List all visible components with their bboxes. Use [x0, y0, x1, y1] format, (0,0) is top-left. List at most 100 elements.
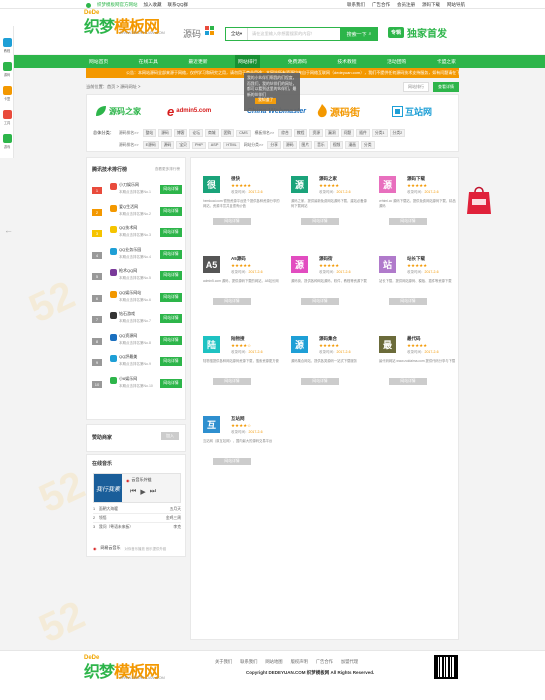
filter-chip[interactable]: 插件: [356, 129, 370, 137]
filter-chip[interactable]: 整站: [142, 129, 157, 137]
filter-chip[interactable]: 资源: [309, 129, 324, 137]
filter-chip[interactable]: ASP: [207, 141, 222, 149]
site-details-button[interactable]: 网站详情: [389, 378, 427, 385]
site-card[interactable]: 陆 陆物搜 ★★★★☆ 收录时间：2017-2-6 陆物搜提供各种网站源码资源下载，搜索…: [203, 318, 283, 403]
site-card[interactable]: 最 最代码 ★★★★★ 收录时间：2017-2-6 最代码网站 www.zuidaima…: [379, 318, 459, 403]
filter-chip[interactable]: 漫画: [345, 141, 359, 149]
site-name[interactable]: 最代码: [407, 336, 421, 342]
nav-groupbuy[interactable]: 活动团购: [384, 58, 409, 65]
filter-chip[interactable]: 分类2: [389, 129, 406, 137]
song-row[interactable]: 1 面朝大海暖 五月天: [93, 505, 181, 514]
search-button[interactable]: 搜索一下 ⌕: [340, 27, 378, 41]
filter-sub[interactable]: 源码排名>>: [119, 131, 139, 136]
rank-site-name[interactable]: 小6娱乐网: [119, 376, 137, 382]
rank-item[interactable]: 3 QQ技术网 本期点击排名第No.3 网站详情: [92, 223, 182, 244]
arrow-left-icon[interactable]: ←: [4, 225, 13, 235]
top-link[interactable]: 广告合作: [372, 2, 390, 8]
site-logo-icon[interactable]: 源: [291, 336, 308, 353]
filter-chip[interactable]: 论坛: [189, 129, 203, 137]
site-card[interactable]: 源 源码集合 ★★★★★ 收录时间：2017-2-6 源码集合网站，提供各类源码一站式下…: [291, 318, 371, 403]
sidebar-item[interactable]: 工具: [2, 110, 12, 126]
rank-site-name[interactable]: 枪术QQ网: [119, 268, 137, 274]
site-details-button[interactable]: 网站详情: [389, 298, 427, 305]
site-details-button[interactable]: 网站详情: [301, 298, 339, 305]
site-details-button[interactable]: 网站详情: [160, 271, 182, 280]
site-logo-icon[interactable]: 最: [379, 336, 396, 353]
footer-logo[interactable]: DeDe 织梦模板网 WWW.DEDEYUAN.COM: [84, 655, 165, 682]
site-details-button[interactable]: 网站详情: [160, 314, 182, 323]
nav-tutorials[interactable]: 技术教程: [334, 58, 359, 65]
song-row[interactable]: 3 我问（粤语未来板） 李克: [93, 523, 181, 532]
top-link[interactable]: 联系我们: [347, 2, 365, 8]
site-name[interactable]: 源码下载: [407, 176, 425, 182]
footer-link[interactable]: 广告合作: [316, 659, 333, 665]
top-link[interactable]: 加入收藏: [144, 2, 162, 8]
site-card[interactable]: 源 源码街 ★★★★★ 收录时间：2017-2-6 源码街，提供各种网站源码，软件，教程…: [291, 238, 371, 323]
footer-link[interactable]: 网站地图: [265, 659, 282, 665]
nav-kameng[interactable]: 卡盟之家: [434, 58, 459, 65]
filter-chip[interactable]: 源码: [160, 141, 175, 149]
rank-site-name[interactable]: QQ技术网: [119, 225, 137, 231]
site-details-button[interactable]: 网站详情: [389, 218, 427, 225]
site-logo-icon[interactable]: 陆: [203, 336, 220, 353]
site-details-button[interactable]: 网站详情: [301, 218, 339, 225]
details-button[interactable]: 查看详情: [433, 82, 459, 92]
filter-chip[interactable]: 综合: [278, 129, 292, 137]
brand-logo[interactable]: e admin5.com: [167, 101, 211, 121]
filter-chip[interactable]: 图片: [298, 141, 313, 149]
site-details-button[interactable]: 网站详情: [160, 228, 182, 237]
filter-sub[interactable]: 源码排名>>: [119, 143, 139, 148]
site-details-button[interactable]: 网站详情: [213, 378, 251, 385]
music-player[interactable]: 我行我素 ◉ 云音乐外链 ⏮ ▶ ⏭: [93, 473, 181, 503]
rank-item[interactable]: 6 QQ娱乐网站 本期点击排名第No.6 网站详情: [92, 288, 182, 309]
brand-logo[interactable]: 源码街: [317, 101, 360, 121]
sidebar-item[interactable]: 卡盟: [2, 86, 12, 102]
top-link[interactable]: 网站导航: [447, 2, 465, 8]
site-card[interactable]: 互 互站网 ★★★★☆ 收录时间：2017-2-6 互站网（原互站网），国内最大的源码交…: [203, 398, 283, 483]
site-name[interactable]: 源码街: [319, 256, 333, 262]
filter-chip[interactable]: 音乐: [314, 141, 328, 149]
rank-site-name[interactable]: 小刀娱乐网: [119, 182, 139, 188]
join-button[interactable]: 加入: [161, 432, 179, 440]
rank-site-name[interactable]: QQ評最美: [119, 354, 137, 360]
filter-chip[interactable]: 分享: [267, 141, 281, 149]
site-logo[interactable]: DeDe 织梦模板网 WWW.DEDEYUAN.COM: [84, 10, 165, 37]
top-link[interactable]: 织梦模板网官方网站: [97, 2, 138, 8]
site-card[interactable]: 很 很快 ★★★★★ 收录时间：2017-2-6 hemkuai.com 很快资源平台是…: [203, 158, 283, 243]
site-logo-icon[interactable]: 站: [379, 256, 396, 273]
filter-chip[interactable]: 博客: [173, 129, 188, 137]
nav-tools[interactable]: 在线工具: [136, 58, 161, 65]
more-link[interactable]: 查看更多排行榜: [155, 167, 180, 172]
rank-item[interactable]: 7 钻石游戏 本期点击排名第No.7 网站详情: [92, 309, 182, 330]
filter-chip[interactable]: 商城: [205, 129, 219, 137]
gift-bag-icon[interactable]: [466, 186, 492, 216]
site-details-button[interactable]: 网站详情: [213, 298, 251, 305]
site-logo-icon[interactable]: 很: [203, 176, 220, 193]
footer-link[interactable]: 加盟代理: [341, 659, 358, 665]
search-scope-select[interactable]: 全站 ▾: [226, 28, 248, 40]
rank-site-name[interactable]: QQ资源网: [119, 333, 137, 339]
sidebar-item[interactable]: 游戏: [2, 134, 12, 150]
site-name[interactable]: 很快: [231, 176, 240, 182]
rank-item[interactable]: 9 QQ評最美 本期点击排名第No.9 网站详情: [92, 352, 182, 373]
site-details-button[interactable]: 网站详情: [213, 218, 251, 225]
filter-chip[interactable]: 视频: [329, 141, 344, 149]
site-details-button[interactable]: 网站详情: [213, 458, 251, 465]
tooltip-button[interactable]: 我知道了: [255, 98, 277, 104]
footer-link[interactable]: 关于我们: [215, 659, 232, 665]
site-details-button[interactable]: 网站详情: [160, 292, 182, 302]
nav-free-source[interactable]: 免费源码: [285, 58, 310, 65]
site-details-button[interactable]: 网站详情: [160, 185, 182, 194]
nav-home[interactable]: 网站首页: [86, 58, 111, 65]
filter-chip[interactable]: PHP: [191, 141, 206, 149]
rank-item[interactable]: 4 QQ业务乐园 本期点击排名第No.4 网站详情: [92, 245, 182, 266]
rank-site-name[interactable]: 爱Q生活网: [119, 204, 138, 210]
filter-chip[interactable]: 漏洞: [325, 129, 339, 137]
site-logo-icon[interactable]: A5: [203, 256, 220, 273]
site-logo-icon[interactable]: 源: [291, 256, 308, 273]
brand-logo[interactable]: 互站网: [392, 101, 432, 121]
filter-chip[interactable]: HTML: [223, 141, 240, 149]
filter-chip[interactable]: CMS: [236, 129, 251, 137]
top-link[interactable]: 源码下载: [422, 2, 440, 8]
site-logo-icon[interactable]: 源: [379, 176, 396, 193]
